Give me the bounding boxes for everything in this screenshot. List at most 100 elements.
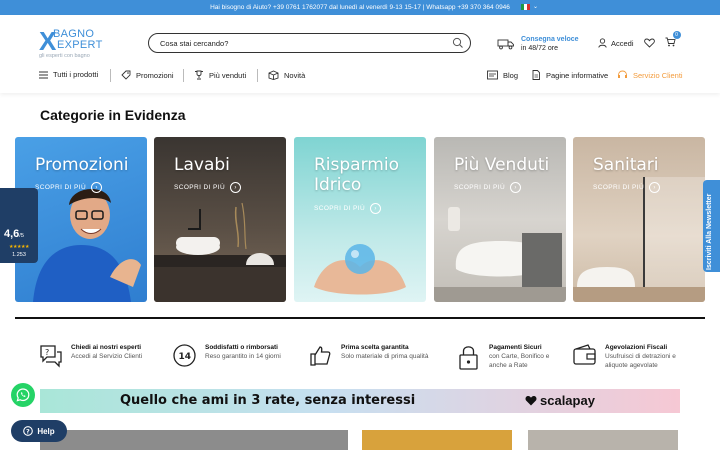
category-cta[interactable]: SCOPRI DI PIÙ › bbox=[174, 182, 242, 193]
cart-icon bbox=[665, 37, 676, 47]
scalapay-brand-name: scalapay bbox=[540, 393, 595, 408]
14-days-return-icon: 14 bbox=[173, 344, 196, 367]
bagno-expert-logo[interactable]: X BAGNO EXPERT gli esperti con bagno bbox=[39, 26, 111, 59]
feature-text: Solo materiale di prima qualità bbox=[341, 353, 429, 360]
feature-text: Usufruisci di detrazioni e aliquote agev… bbox=[605, 353, 676, 369]
reviews-rating-widget[interactable]: 4,6/5 ★★★★★ 1.253 bbox=[0, 188, 38, 263]
wishlist-heart-icon[interactable] bbox=[643, 38, 655, 48]
category-cta[interactable]: SCOPRI DI PIÙ › bbox=[454, 182, 522, 193]
category-cta[interactable]: SCOPRI DI PIÙ › bbox=[35, 182, 103, 193]
top-info-bar: Hai bisogno di Aiuto? +39 0761 1762077 d… bbox=[0, 0, 720, 15]
category-cta[interactable]: SCOPRI DI PIÙ › bbox=[593, 182, 661, 193]
chat-question-icon: ? bbox=[40, 345, 62, 368]
help-question-icon: ? bbox=[23, 426, 34, 436]
logo-tagline: gli esperti con bagno bbox=[39, 53, 90, 59]
svg-text:?: ? bbox=[26, 428, 30, 436]
category-card-sinks[interactable]: Lavabi SCOPRI DI PIÙ › bbox=[154, 137, 286, 302]
user-icon bbox=[598, 38, 607, 48]
trophy-icon bbox=[195, 70, 203, 80]
rating-count: 1.253 bbox=[12, 252, 26, 258]
nav-blog-label: Blog bbox=[503, 70, 519, 80]
login-label: Accedi bbox=[611, 38, 634, 48]
nav-promotions-label: Promozioni bbox=[136, 70, 174, 80]
cart-count-badge: 0 bbox=[672, 31, 681, 39]
thumbs-up-icon bbox=[310, 346, 331, 366]
delivery-title: Consegna veloce bbox=[521, 36, 579, 43]
category-title: Risparmio Idrico bbox=[314, 155, 399, 195]
newsletter-side-tab[interactable]: Iscriviti Alla Newsletter bbox=[703, 180, 720, 272]
feature-title: Agevolazioni Fiscali bbox=[605, 344, 668, 351]
chevron-right-icon: › bbox=[510, 182, 522, 193]
feature-tax-benefits[interactable]: Agevolazioni Fiscali Usufruisci di detraz… bbox=[572, 343, 697, 370]
main-navigation: Tutti i prodotti Promozioni Più venduti … bbox=[0, 68, 720, 84]
document-icon bbox=[532, 70, 540, 80]
feature-text: Reso garantito in 14 giorni bbox=[205, 353, 281, 360]
category-card-best-sellers[interactable]: Più Venduti SCOPRI DI PIÙ › bbox=[434, 137, 566, 302]
scalapay-logo: scalapay bbox=[525, 393, 595, 408]
box-icon bbox=[268, 70, 279, 80]
svg-text:?: ? bbox=[45, 348, 49, 357]
feature-title: Soddisfatti o rimborsati bbox=[205, 344, 278, 351]
nav-info-pages[interactable]: Pagine informative bbox=[531, 70, 608, 80]
nav-divider bbox=[257, 69, 258, 82]
site-header: X BAGNO EXPERT gli esperti con bagno Cos… bbox=[0, 15, 720, 93]
promo-tile-3[interactable] bbox=[528, 430, 678, 450]
italy-flag-icon bbox=[521, 3, 530, 10]
whatsapp-icon bbox=[16, 388, 30, 402]
nav-all-products[interactable]: Tutti i prodotti bbox=[39, 70, 98, 79]
nav-divider bbox=[183, 69, 184, 82]
delivery-subtitle: in 48/72 ore bbox=[521, 45, 558, 52]
nav-news[interactable]: Novità bbox=[268, 70, 305, 80]
search-input[interactable]: Cosa stai cercando? bbox=[148, 33, 471, 53]
service-features: ? Chiedi ai nostri esperti Accedi al Serv… bbox=[38, 343, 688, 375]
menu-icon bbox=[39, 71, 48, 78]
header-actions: Accedi 0 bbox=[598, 31, 681, 49]
promo-tile-1[interactable] bbox=[40, 430, 348, 450]
cart-button[interactable]: 0 bbox=[665, 31, 681, 49]
category-cta-label: SCOPRI DI PIÙ bbox=[35, 184, 87, 191]
search-placeholder: Cosa stai cercando? bbox=[160, 38, 229, 48]
rating-score: 4,6/5 bbox=[4, 228, 24, 240]
category-cta-label: SCOPRI DI PIÙ bbox=[314, 205, 366, 212]
category-title: Lavabi bbox=[174, 155, 230, 175]
wallet-icon bbox=[573, 344, 596, 365]
category-card-water-saving[interactable]: Risparmio Idrico SCOPRI DI PIÙ › bbox=[294, 137, 426, 302]
chevron-right-icon: › bbox=[370, 203, 382, 214]
nav-news-label: Novità bbox=[284, 70, 306, 80]
feature-title: Prima scelta garantita bbox=[341, 344, 409, 351]
rating-stars-icon: ★★★★★ bbox=[9, 244, 29, 250]
promo-tile-2[interactable] bbox=[362, 430, 512, 450]
lock-icon bbox=[459, 346, 478, 370]
scalapay-banner[interactable]: Quello che ami in 3 rate, senza interess… bbox=[40, 389, 680, 413]
nav-best-sellers-label: Più venduti bbox=[209, 70, 247, 80]
scalapay-banner-text: Quello che ami in 3 rate, senza interess… bbox=[120, 393, 416, 408]
nav-promotions[interactable]: Promozioni bbox=[121, 70, 174, 80]
tag-icon bbox=[121, 70, 131, 80]
nav-best-sellers[interactable]: Più venduti bbox=[194, 70, 246, 80]
login-button[interactable]: Accedi bbox=[598, 38, 634, 48]
feature-secure-payments[interactable]: Pagamenti Sicuri con Carte, Bonifico e an… bbox=[456, 343, 559, 371]
logo-line2: EXPERT bbox=[57, 39, 103, 51]
nav-blog[interactable]: Blog bbox=[487, 70, 518, 80]
feature-refund[interactable]: 14 Soddisfatti o rimborsati Reso garantit… bbox=[172, 343, 281, 368]
scalapay-heart-icon bbox=[525, 396, 537, 406]
top-info-text: Hai bisogno di Aiuto? +39 0761 1762077 d… bbox=[210, 4, 510, 11]
chevron-right-icon: › bbox=[649, 182, 661, 193]
rating-scale: /5 bbox=[19, 233, 24, 239]
category-card-sanitaryware[interactable]: Sanitari SCOPRI DI PIÙ › bbox=[573, 137, 705, 302]
language-selector[interactable]: ⌄ bbox=[521, 3, 538, 10]
feature-experts[interactable]: ? Chiedi ai nostri esperti Accedi al Serv… bbox=[38, 343, 142, 368]
nav-info-pages-label: Pagine informative bbox=[546, 70, 609, 80]
rating-score-value: 4,6 bbox=[4, 228, 20, 240]
nav-customer-service-label: Servizio Clienti bbox=[633, 70, 683, 80]
featured-categories-title: Categorie in Evidenza bbox=[40, 107, 186, 123]
feature-title: Chiedi ai nostri esperti bbox=[71, 344, 142, 351]
search-icon[interactable] bbox=[452, 37, 464, 49]
nav-customer-service[interactable]: Servizio Clienti bbox=[617, 70, 683, 80]
feature-quality[interactable]: Prima scelta garantita Solo materiale di … bbox=[308, 343, 428, 368]
category-cta[interactable]: SCOPRI DI PIÙ › bbox=[314, 203, 382, 214]
section-divider bbox=[15, 317, 705, 319]
help-button[interactable]: ? Help bbox=[11, 420, 67, 442]
featured-categories: Promozioni SCOPRI DI PIÙ › Lavabi SCOPRI… bbox=[15, 137, 705, 302]
whatsapp-button[interactable] bbox=[11, 383, 35, 407]
